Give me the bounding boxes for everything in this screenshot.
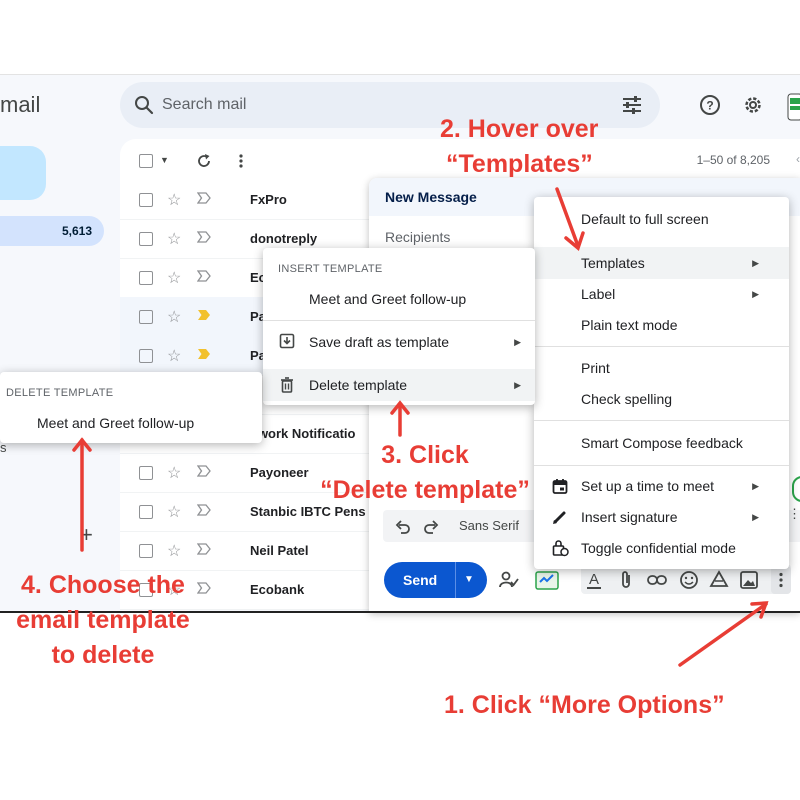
arrow-step4 [72, 437, 92, 552]
annotation-arrows [72, 187, 769, 667]
arrow-step2 [555, 187, 585, 251]
annotation-step2-line1: 2. Hover over [440, 115, 599, 143]
annotation-step2: 2. Hover over “Templates” [440, 112, 598, 182]
arrow-step1 [678, 601, 769, 667]
annotation-step3-line1: 3. Click [381, 441, 469, 469]
annotation-step4: 4. Choose the email template to delete [0, 568, 206, 673]
annotation-step3-line2: “Delete template” [320, 476, 530, 504]
annotation-step4-line1: 4. Choose the [21, 571, 185, 599]
annotation-step4-line2: email template [16, 606, 190, 634]
annotation-step3: 3. Click “Delete template” [300, 438, 550, 508]
annotation-step1: 1. Click “More Options” [444, 691, 725, 719]
annotation-step4-line3: to delete [51, 641, 155, 669]
arrow-step3 [390, 400, 410, 437]
annotation-step2-line2: “Templates” [446, 150, 593, 178]
